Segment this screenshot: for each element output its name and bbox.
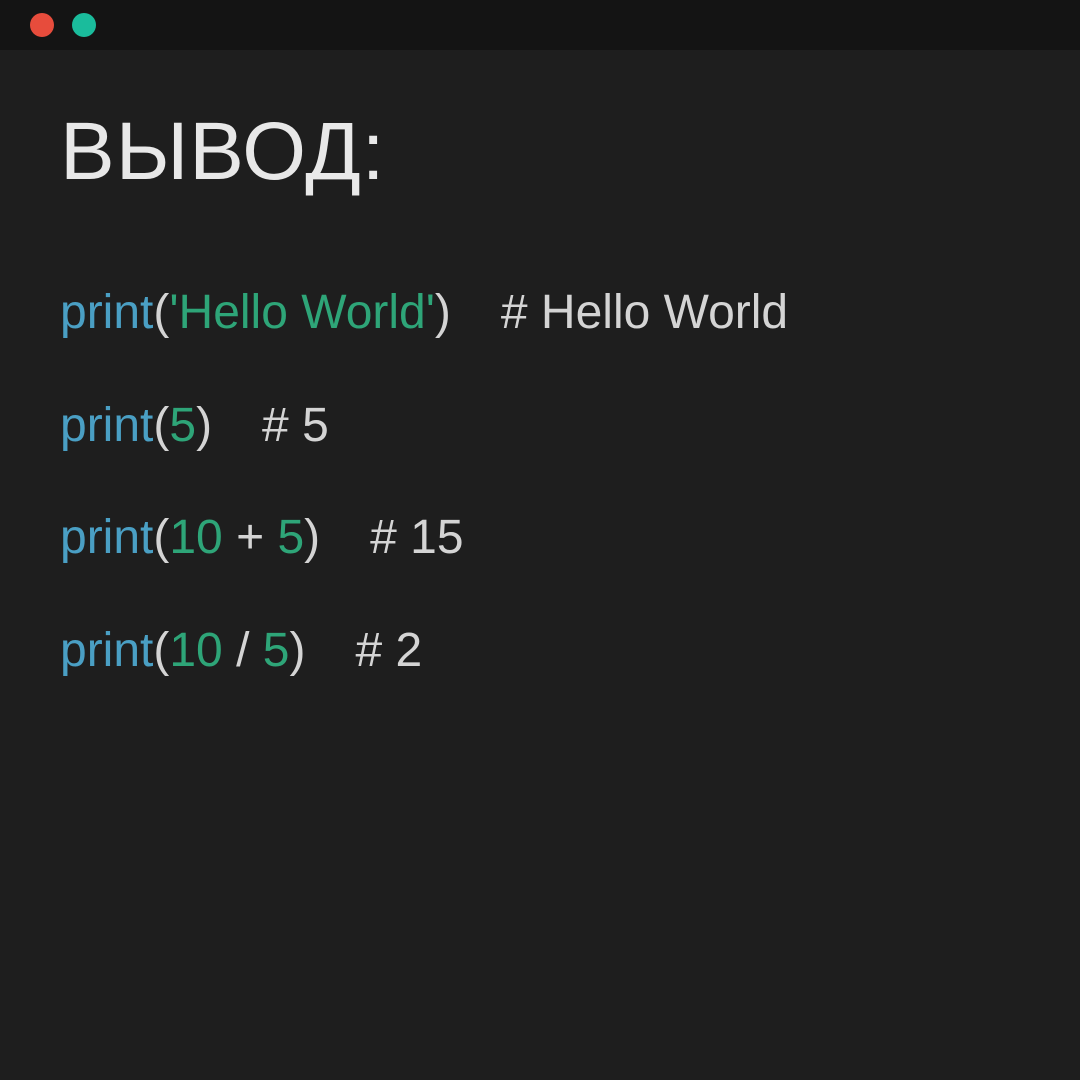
token-string-quote: ' xyxy=(169,286,178,339)
token-comment: # 5 xyxy=(262,399,329,452)
code-window: ВЫВОД: print('Hello World')# Hello World… xyxy=(0,0,1080,1080)
token-number: 10 xyxy=(169,624,222,677)
close-icon[interactable] xyxy=(30,13,54,37)
code-line: print(10 / 5) # 2 xyxy=(60,622,1030,680)
token-paren: ) xyxy=(289,624,305,677)
token-comment: # 2 xyxy=(355,624,422,677)
token-paren: ( xyxy=(153,511,169,564)
token-paren: ( xyxy=(153,399,169,452)
token-function: print xyxy=(60,399,153,452)
editor-content: ВЫВОД: print('Hello World')# Hello World… xyxy=(0,50,1080,679)
token-function: print xyxy=(60,511,153,564)
maximize-icon[interactable] xyxy=(72,13,96,37)
token-string-quote: ' xyxy=(426,286,435,339)
token-paren: ( xyxy=(153,624,169,677)
code-line: print(5) # 5 xyxy=(60,397,1030,455)
token-string: Hello World xyxy=(179,286,426,339)
token-paren: ) xyxy=(196,399,212,452)
token-number: 5 xyxy=(263,624,290,677)
token-operator: / xyxy=(223,624,263,677)
token-number: 10 xyxy=(169,511,222,564)
token-paren: ) xyxy=(435,286,451,339)
token-paren: ( xyxy=(153,286,169,339)
token-number: 5 xyxy=(169,399,196,452)
token-function: print xyxy=(60,286,153,339)
page-title: ВЫВОД: xyxy=(60,105,1030,199)
token-paren: ) xyxy=(304,511,320,564)
code-line: print('Hello World')# Hello World xyxy=(60,284,1030,342)
token-function: print xyxy=(60,624,153,677)
token-operator: + xyxy=(223,511,278,564)
code-line: print(10 + 5) # 15 xyxy=(60,509,1030,567)
token-comment: # Hello World xyxy=(501,286,788,339)
token-number: 5 xyxy=(277,511,304,564)
token-comment: # 15 xyxy=(370,511,463,564)
titlebar xyxy=(0,0,1080,50)
